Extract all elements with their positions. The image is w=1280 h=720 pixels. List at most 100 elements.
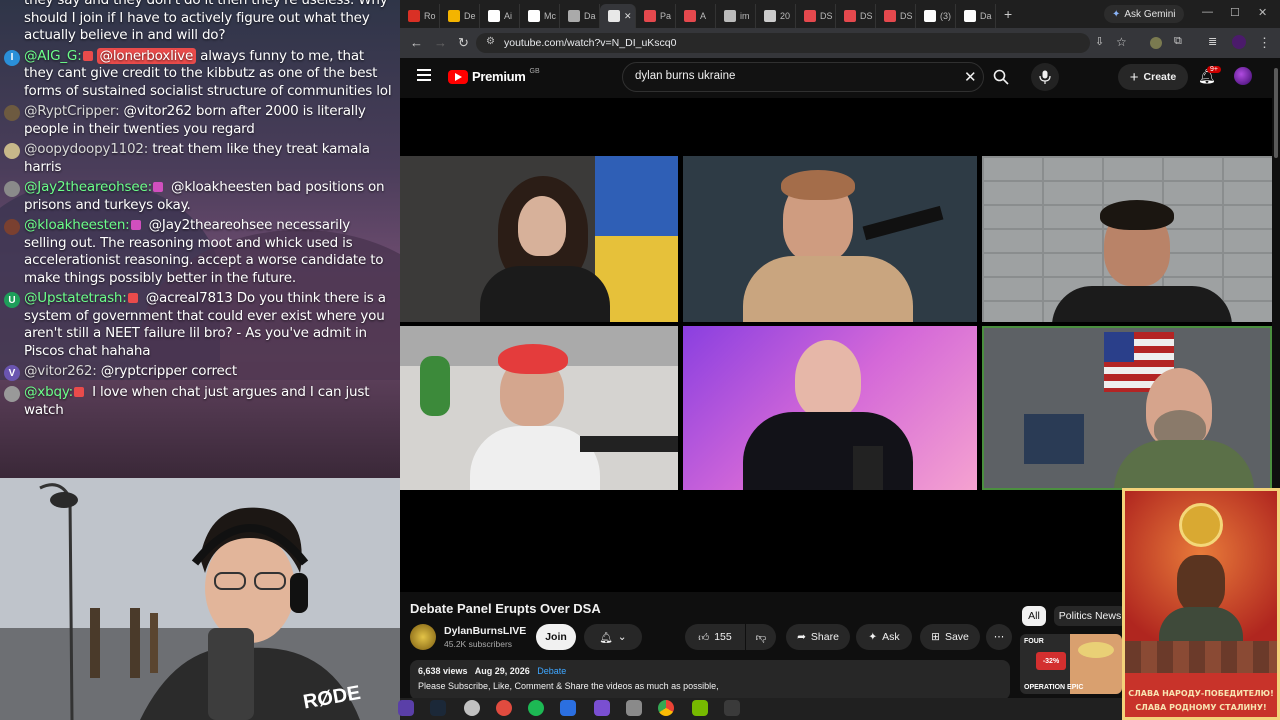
user-avatar <box>4 143 20 159</box>
browser-tab[interactable]: A <box>676 4 716 28</box>
flag-blue <box>595 156 678 236</box>
chat-username[interactable]: @vitor262: <box>24 363 97 379</box>
new-tab-icon[interactable]: + <box>1004 6 1012 22</box>
site-info-icon[interactable]: ⚙ <box>486 36 495 47</box>
description-box[interactable]: 6,638 views Aug 29, 2026 Debate Please S… <box>410 660 1010 700</box>
browser-menu-icon[interactable]: ⋮ <box>1258 35 1271 51</box>
extensions-puzzle-icon[interactable]: ⧉ <box>1174 35 1182 48</box>
taskbar-app-icon[interactable] <box>594 700 610 716</box>
chat-username[interactable]: @oopydoopy1102: <box>24 141 148 157</box>
more-actions-button[interactable]: ⋯ <box>986 624 1012 650</box>
browser-tab[interactable]: Pa <box>636 4 676 28</box>
search-button[interactable] <box>984 62 1018 92</box>
subscribed-button[interactable]: 🔔︎ ⌄ <box>584 624 642 650</box>
user-avatar <box>4 181 20 197</box>
taskbar-app-icon[interactable] <box>496 700 512 716</box>
search-query-text: dylan burns ukraine <box>635 70 736 82</box>
obs-icon[interactable] <box>464 700 480 716</box>
channel-name[interactable]: DylanBurnsLIVE <box>444 625 526 637</box>
url-text: youtube.com/watch?v=N_DI_uKscq0 <box>504 37 677 49</box>
chat-username[interactable]: @Upstatetrash: <box>24 290 127 306</box>
recommended-video-thumbnail[interactable]: FOUR -32% OPERATION EPIC <box>1020 634 1122 694</box>
nvidia-icon[interactable] <box>692 700 708 716</box>
hamburger-menu-icon[interactable] <box>417 69 431 81</box>
browser-tab[interactable]: DS <box>876 4 916 28</box>
minimize-icon[interactable]: — <box>1202 6 1213 18</box>
back-icon[interactable]: ← <box>410 35 423 50</box>
member-badge-icon <box>127 293 138 303</box>
browser-tab[interactable]: (3) <box>916 4 956 28</box>
steam-icon[interactable] <box>430 700 446 716</box>
chat-username[interactable]: @RyptCripper: <box>24 103 120 119</box>
chat-username[interactable]: @xbqy: <box>24 384 73 400</box>
chat-message: V @vitor262: @ryptcripper correct <box>4 363 392 381</box>
browser-tab[interactable]: Ro <box>400 4 440 28</box>
chat-username[interactable]: @Jay2theareohsee: <box>24 179 152 195</box>
browser-tab-active[interactable]: ✕ <box>600 4 636 28</box>
join-button[interactable]: Join <box>536 624 576 650</box>
chat-username[interactable]: @kloakheesten: <box>24 217 130 233</box>
taskbar-app-icon[interactable] <box>724 700 740 716</box>
scrollbar-thumb[interactable] <box>1274 68 1278 158</box>
browser-tab[interactable]: DS <box>836 4 876 28</box>
browser-tab[interactable]: Ai <box>480 4 520 28</box>
browser-tab[interactable]: Da <box>560 4 600 28</box>
reload-icon[interactable]: ↻ <box>458 35 469 51</box>
video-tag-link[interactable]: Debate <box>537 666 566 676</box>
browser-tab[interactable]: Mc <box>520 4 560 28</box>
chat-username[interactable]: @AIG_G: <box>24 48 82 64</box>
browser-tab[interactable]: DS <box>796 4 836 28</box>
youtube-logo[interactable]: Premium GB <box>448 68 540 84</box>
user-avatar: V <box>4 365 20 381</box>
spotify-icon[interactable] <box>528 700 544 716</box>
install-app-icon[interactable]: ⇩ <box>1095 35 1104 48</box>
ask-gemini-button[interactable]: ✦ Ask Gemini <box>1104 5 1184 23</box>
youtube-play-icon <box>448 69 468 84</box>
member-badge-icon <box>152 182 163 192</box>
thumbnail-text-bottom: OPERATION EPIC <box>1024 684 1084 691</box>
sparkle-icon: ✦ <box>868 631 878 643</box>
subscriber-count: 45.2K subscribers <box>444 639 513 649</box>
search-input[interactable]: dylan burns ukraine ✕ <box>622 62 984 92</box>
ask-button[interactable]: ✦ Ask <box>856 624 912 650</box>
channel-avatar[interactable] <box>410 624 436 650</box>
browser-tab[interactable]: Da <box>956 4 996 28</box>
account-avatar[interactable] <box>1234 67 1252 85</box>
maximize-icon[interactable]: ☐ <box>1230 6 1240 19</box>
chat-message-text: @ryptcripper correct <box>100 363 237 379</box>
reading-list-icon[interactable]: ≣ <box>1208 35 1217 48</box>
taskbar-app-icon[interactable] <box>560 700 576 716</box>
poster-figure-head <box>1177 555 1225 613</box>
save-button[interactable]: ⊞ Save <box>920 624 980 650</box>
browser-tab[interactable]: im <box>716 4 756 28</box>
forward-icon[interactable]: → <box>434 35 447 50</box>
streamer-webcam: RØDE <box>0 478 400 720</box>
bookmark-star-icon[interactable]: ☆ <box>1116 35 1127 49</box>
dislike-button[interactable]: 👎︎ <box>746 624 776 650</box>
thumbnail-hair <box>1078 642 1114 658</box>
browser-tab[interactable]: 20 <box>756 4 796 28</box>
clear-search-icon[interactable]: ✕ <box>964 68 977 86</box>
like-button[interactable]: 👍︎ 155 <box>685 624 745 650</box>
member-badge-icon <box>73 387 84 397</box>
thumbs-down-icon: 👎︎ <box>755 631 767 644</box>
chrome-icon[interactable] <box>658 700 674 716</box>
member-badge-icon <box>82 50 93 61</box>
user-avatar: U <box>4 292 20 308</box>
thumbnail-percent-badge: -32% <box>1036 652 1066 670</box>
address-bar[interactable]: ⚙ youtube.com/watch?v=N_DI_uKscq0 <box>476 33 1090 53</box>
chip-politics-news[interactable]: Politics News <box>1054 606 1126 626</box>
poster-star-emblem <box>1179 503 1223 547</box>
taskbar-app-icon[interactable] <box>398 700 414 716</box>
voice-search-button[interactable] <box>1031 63 1059 91</box>
share-button[interactable]: ➦ Share <box>786 624 850 650</box>
create-button[interactable]: + Create <box>1118 64 1188 90</box>
profile-avatar[interactable] <box>1232 35 1246 49</box>
close-window-icon[interactable]: ✕ <box>1258 6 1267 19</box>
save-playlist-icon: ⊞ <box>931 631 940 643</box>
taskbar-app-icon[interactable] <box>626 700 642 716</box>
chip-all[interactable]: All <box>1022 606 1046 626</box>
extension-icon[interactable] <box>1150 37 1162 49</box>
browser-tab[interactable]: De <box>440 4 480 28</box>
soviet-poster-overlay: СЛАВА НАРОДУ-ПОБЕДИТЕЛЮ! СЛАВА РОДНОМУ С… <box>1122 488 1280 720</box>
